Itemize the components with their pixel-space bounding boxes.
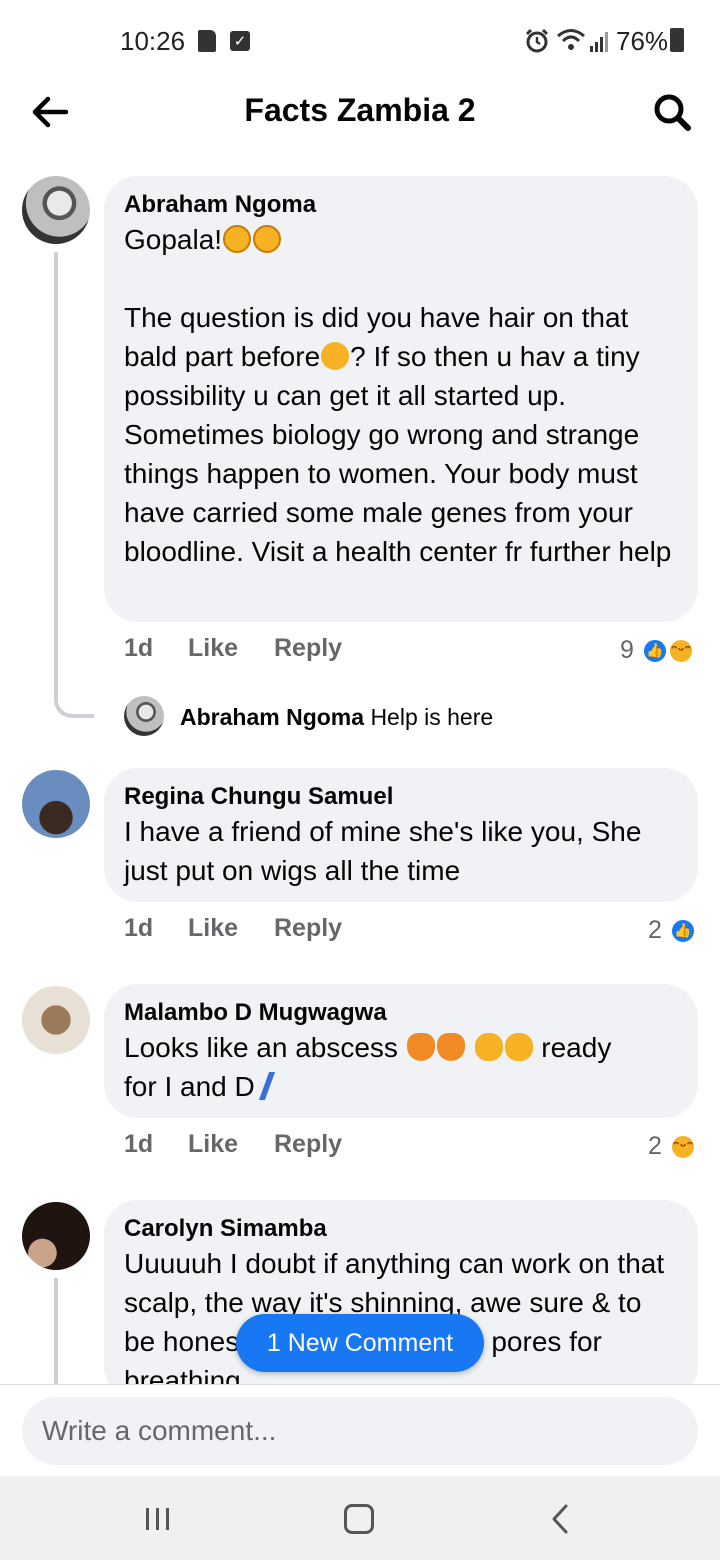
like-button[interactable]: Like [188, 914, 238, 943]
haha-reaction-icon: ᵔᵕᵔ [668, 638, 694, 664]
avatar[interactable] [124, 696, 164, 736]
comment-author[interactable]: Carolyn Simamba [124, 1214, 678, 1244]
comment-composer [0, 1384, 720, 1476]
avatar[interactable] [22, 176, 90, 244]
status-time: 10:26 [120, 26, 186, 56]
sd-card-icon [198, 30, 216, 52]
person-emoji-icon [406, 1033, 435, 1061]
like-reaction-icon: 👍 [642, 638, 668, 664]
comment-meta: 1d Like Reply [124, 634, 342, 668]
system-nav-bar [0, 1476, 720, 1560]
comment-bubble: Abraham Ngoma Gopala! The question is di… [104, 176, 698, 622]
thread-line [54, 1278, 58, 1388]
battery-icon [670, 28, 684, 52]
reply-preview[interactable]: Abraham Ngoma Help is here [180, 704, 493, 731]
reaction-summary[interactable]: 2 ᵔᵕᵔ [644, 1130, 700, 1164]
comment-bubble: Malambo D Mugwagwa Looks like an abscess… [104, 984, 698, 1118]
signal-icon [590, 32, 608, 52]
avatar[interactable] [22, 1202, 90, 1270]
reaction-summary[interactable]: 9 👍 ᵔᵕᵔ [618, 634, 700, 668]
comment-input[interactable] [22, 1397, 698, 1465]
reply-button[interactable]: Reply [274, 634, 342, 663]
reply-button[interactable]: Reply [274, 914, 342, 943]
rofl-emoji-icon [253, 225, 282, 253]
alarm-icon [525, 28, 549, 53]
new-comment-button[interactable]: 1 New Comment [236, 1314, 484, 1372]
reaction-summary[interactable]: 2 👍 [644, 914, 700, 948]
nav-back-icon[interactable] [546, 1502, 576, 1536]
comment-meta: 1d Like Reply [124, 1130, 342, 1164]
recent-apps-icon[interactable] [144, 1506, 172, 1532]
running-emoji-icon [258, 1072, 299, 1100]
home-icon[interactable] [344, 1504, 374, 1534]
reply-button[interactable]: Reply [274, 1130, 342, 1159]
reaction-count: 2 [648, 916, 662, 944]
person-emoji-icon [436, 1033, 465, 1061]
reply-text: Help is here [370, 704, 494, 730]
thinking-emoji-icon [321, 342, 350, 370]
avatar[interactable] [22, 770, 90, 838]
rofl-emoji-icon [223, 225, 252, 253]
reaction-count: 9 [620, 636, 634, 664]
thread-line [54, 252, 58, 664]
comment-author[interactable]: Abraham Ngoma [124, 190, 678, 220]
comment-author[interactable]: Malambo D Mugwagwa [124, 998, 678, 1028]
comment-text: Gopala! The question is did you have hai… [124, 224, 672, 567]
like-button[interactable]: Like [188, 1130, 238, 1159]
facepalm-emoji-icon [504, 1033, 533, 1061]
check-icon: ✓ [230, 31, 250, 51]
wifi-icon [557, 29, 585, 50]
app-header: Facts Zambia 2 [0, 80, 720, 144]
avatar[interactable] [22, 986, 90, 1054]
comment-time: 1d [124, 1130, 154, 1158]
comment-text: Looks like an abscess ready for I and D [124, 1032, 612, 1102]
comment-meta: 1d Like Reply [124, 914, 342, 948]
thread-elbow [54, 660, 94, 718]
haha-reaction-icon: ᵔᵕᵔ [670, 1134, 696, 1160]
reply-author: Abraham Ngoma [180, 704, 365, 730]
facepalm-emoji-icon [474, 1033, 503, 1061]
reaction-count: 2 [648, 1132, 662, 1160]
battery-percent: 76% [616, 26, 669, 56]
status-bar: 10:26 ✓ 76% [0, 0, 720, 80]
page-title: Facts Zambia 2 [244, 92, 476, 128]
comment-text: I have a friend of mine she's like you, … [124, 816, 642, 886]
comment-time: 1d [124, 914, 154, 942]
search-icon[interactable] [650, 90, 694, 134]
like-reaction-icon: 👍 [670, 918, 696, 944]
comment-time: 1d [124, 634, 154, 662]
comment-author[interactable]: Regina Chungu Samuel [124, 782, 678, 812]
like-button[interactable]: Like [188, 634, 238, 663]
comment-bubble: Regina Chungu Samuel I have a friend of … [104, 768, 698, 902]
